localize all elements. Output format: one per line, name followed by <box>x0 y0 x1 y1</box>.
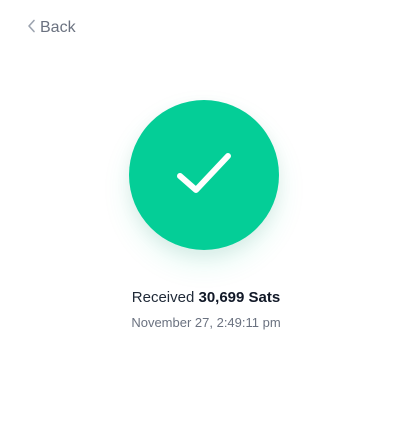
chevron-left-icon <box>27 19 40 38</box>
success-badge <box>129 100 279 250</box>
checkmark-icon <box>174 148 234 203</box>
back-label: Back <box>40 19 76 36</box>
received-message: Received 30,699 Sats <box>0 288 412 308</box>
payment-timestamp: November 27, 2:49:11 pm <box>131 315 281 330</box>
received-prefix: Received <box>131 289 195 306</box>
received-amount: 30,699 Sats <box>198 289 281 306</box>
back-button[interactable]: Back <box>27 18 76 38</box>
